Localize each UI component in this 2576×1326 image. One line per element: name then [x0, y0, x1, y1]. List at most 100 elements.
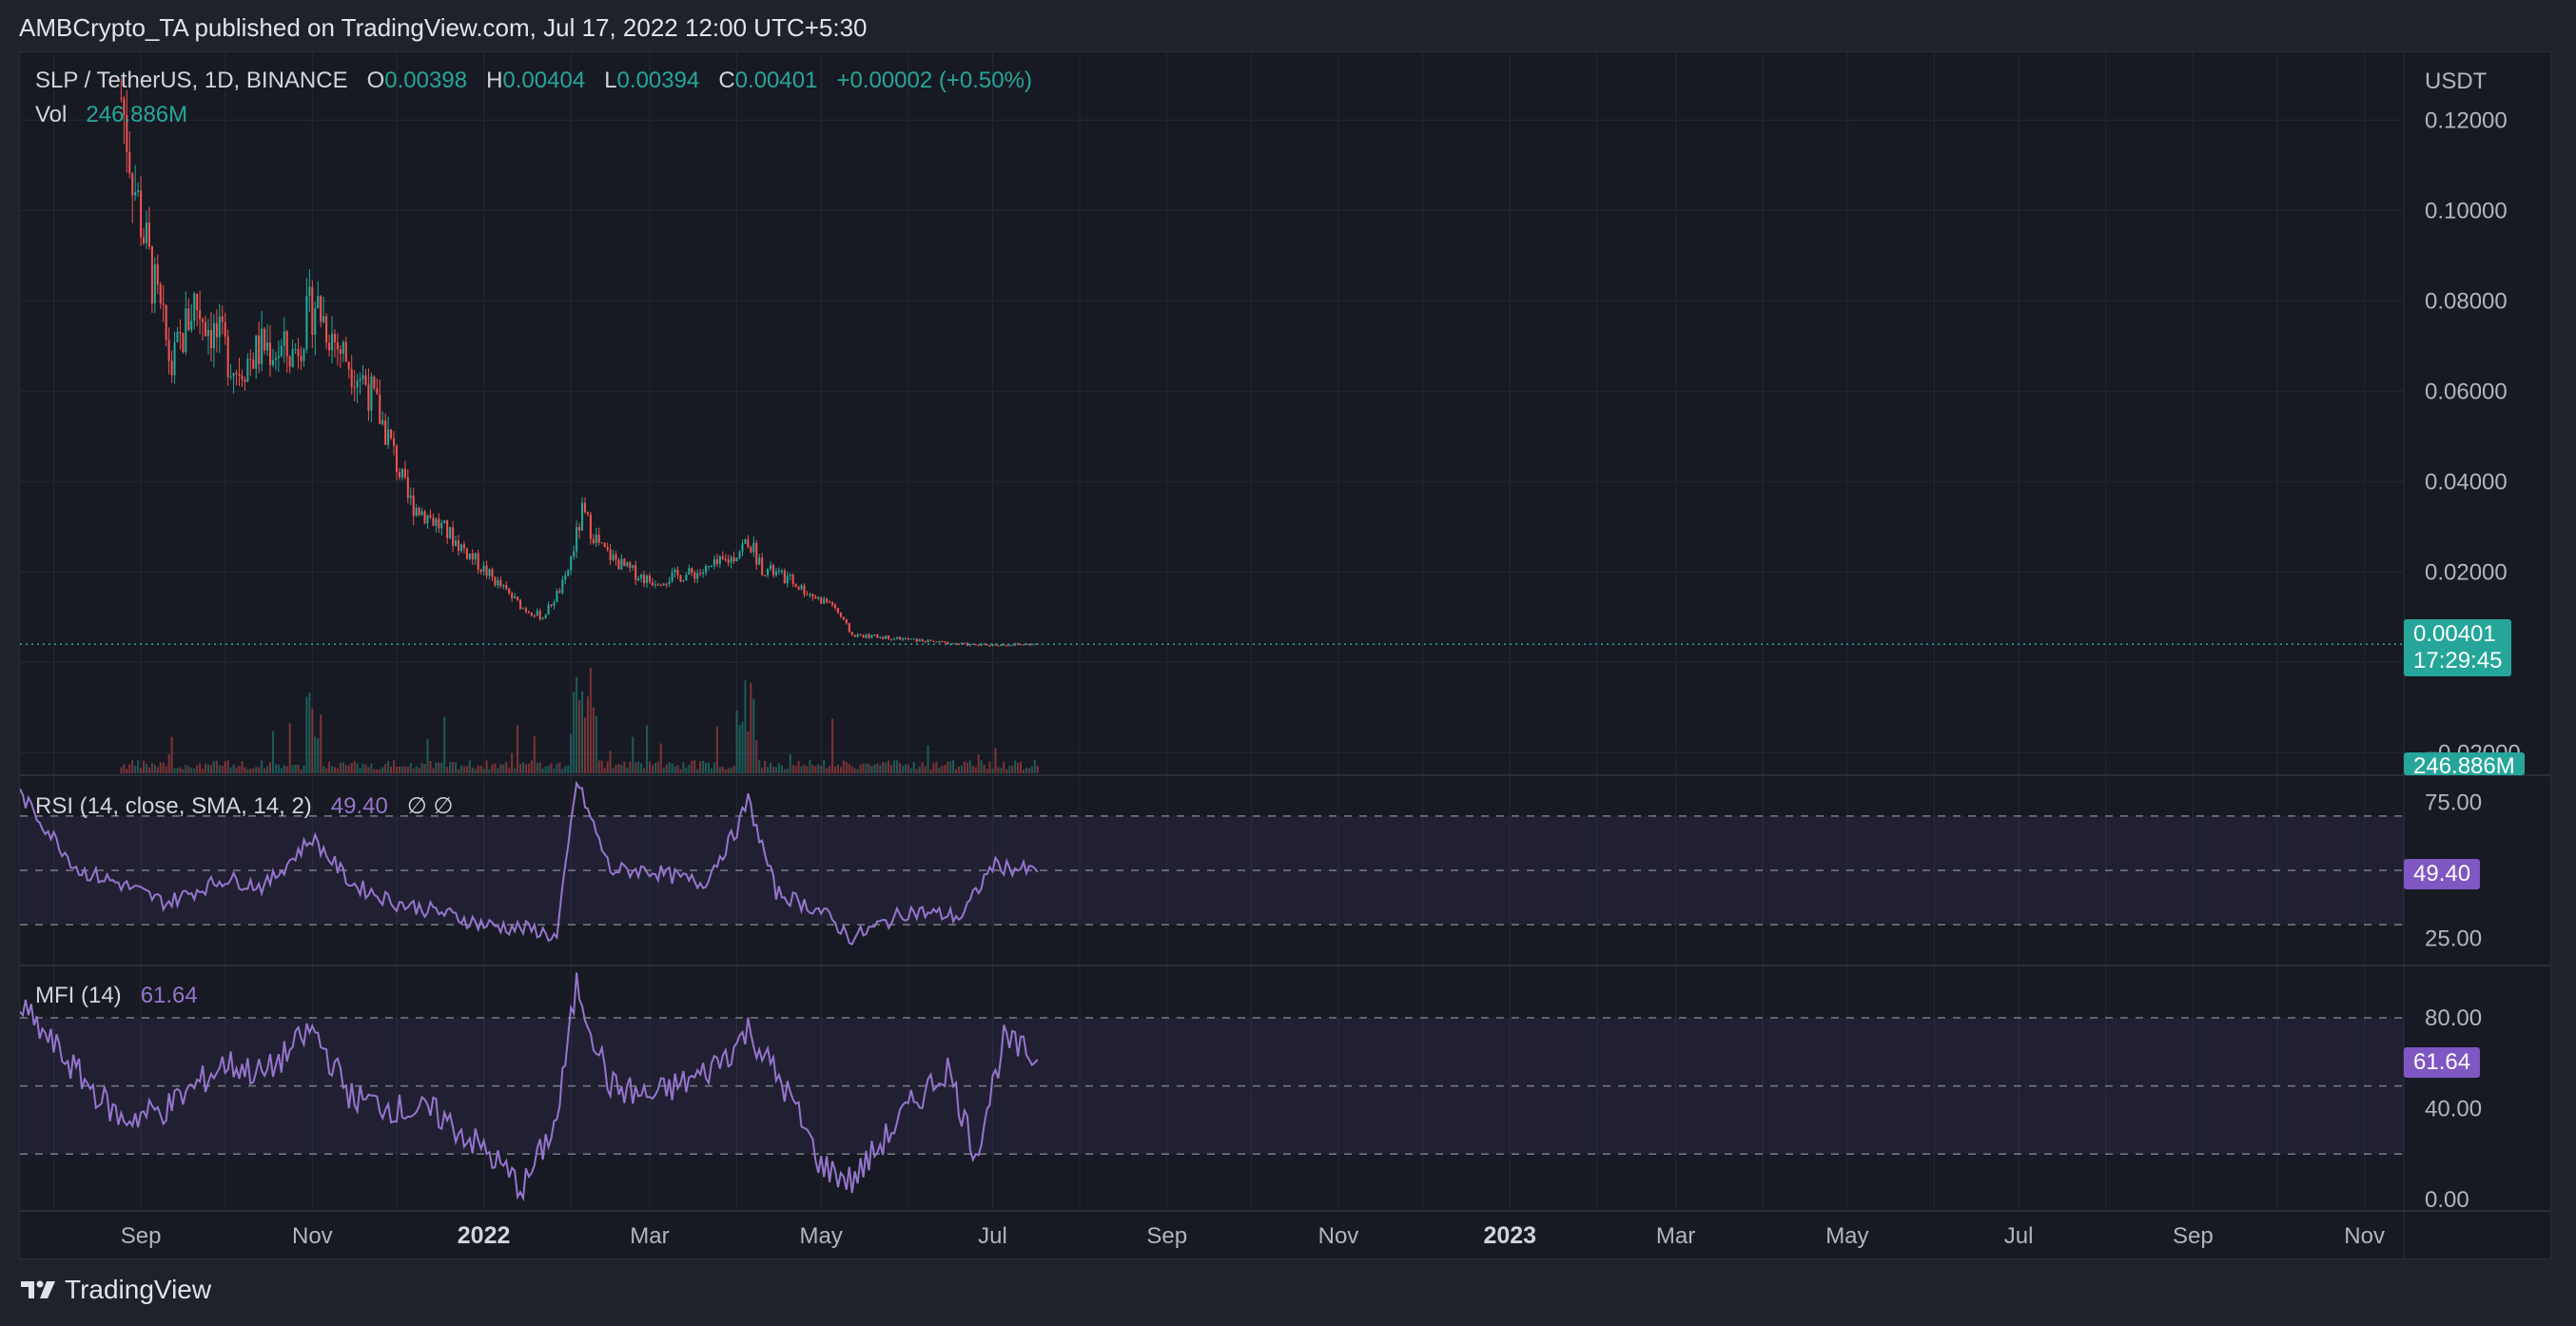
candle-body — [752, 542, 755, 553]
candle-body — [977, 645, 980, 647]
candle-body — [952, 643, 955, 645]
volume-bar — [583, 717, 587, 773]
volume-bar — [814, 766, 817, 773]
volume-bar — [755, 739, 758, 773]
candle-body — [328, 342, 331, 351]
volume-bar — [494, 763, 497, 773]
mfi-label[interactable]: MFI (14) — [35, 983, 122, 1008]
volume-bar — [876, 763, 879, 773]
volume-bar — [185, 765, 187, 773]
symbol-label[interactable]: SLP / TetherUS, 1D, BINANCE — [35, 68, 348, 93]
volume-bar — [971, 765, 974, 773]
volume-tag: 246.886M — [2404, 752, 2525, 775]
volume-bar — [182, 769, 185, 773]
candle-body — [553, 602, 556, 606]
candle-body — [215, 322, 218, 338]
volume-bar — [929, 769, 932, 773]
candle-body — [643, 575, 646, 584]
volume-bar — [629, 761, 632, 773]
candle-body — [435, 518, 438, 526]
candle-body — [1022, 644, 1025, 646]
volume-bar — [955, 769, 958, 773]
candle-body — [429, 515, 432, 518]
candle-body — [361, 375, 364, 380]
candle-body — [732, 556, 735, 562]
volume-bar — [409, 763, 412, 773]
candle-body — [288, 356, 291, 367]
volume-bar — [637, 761, 640, 773]
volume-bar — [924, 766, 927, 773]
volume-bar — [758, 760, 761, 773]
rsi-legend: RSI (14, close, SMA, 14, 2) 49.40 ∅ ∅ — [35, 792, 453, 820]
candle-body — [634, 565, 637, 581]
candle-body — [244, 379, 246, 382]
candle-body — [592, 538, 595, 543]
candle-body — [449, 527, 452, 538]
candle-body — [659, 585, 662, 587]
candle-body — [246, 359, 249, 382]
volume-bar — [789, 753, 791, 773]
chart-frame[interactable]: USDT 0.12000 0.10000 0.08000 0.06000 0.04000 0… — [19, 51, 2551, 1259]
candle-body — [406, 477, 409, 498]
candle-body — [479, 569, 482, 572]
candle-body — [131, 173, 134, 196]
volume-bar — [820, 765, 823, 773]
vol-label[interactable]: Vol — [35, 102, 67, 127]
volume-bar — [586, 696, 589, 773]
candle-body — [471, 553, 474, 560]
candle-body — [403, 468, 406, 478]
rsi-label[interactable]: RSI (14, close, SMA, 14, 2) — [35, 793, 312, 819]
volume-bar — [707, 762, 711, 773]
volume-bar — [829, 766, 831, 773]
candle-body — [676, 569, 679, 575]
volume-bar — [206, 764, 210, 773]
volume-bar — [983, 764, 986, 773]
candle-body — [941, 640, 944, 642]
candle-body — [668, 581, 671, 584]
candle-body — [252, 359, 255, 369]
last-price-value: 0.00401 — [2413, 621, 2496, 647]
candle-body — [205, 322, 207, 337]
volume-bar — [156, 767, 159, 773]
candle-body — [142, 237, 146, 244]
candle-body — [457, 540, 460, 552]
mfi-axis-tick: 80.00 — [2425, 1005, 2482, 1031]
candle-body — [128, 151, 131, 174]
candle-body — [929, 639, 932, 641]
candle-body — [524, 608, 527, 612]
volume-bar — [595, 715, 597, 773]
candle-body — [291, 349, 294, 367]
footer[interactable]: TradingView — [19, 1275, 211, 1305]
candle-body — [974, 644, 977, 646]
volume-bar — [126, 769, 128, 773]
volume-bar — [626, 767, 629, 773]
volume-bar — [1020, 761, 1023, 773]
volume-bar — [831, 718, 834, 773]
candle-body — [400, 468, 403, 478]
price-axis-tick: 0.04000 — [2425, 469, 2508, 495]
chart-svg[interactable]: USDT 0.12000 0.10000 0.08000 0.06000 0.04000 0… — [20, 52, 2550, 1258]
candle-body — [145, 223, 148, 244]
candle-body — [452, 527, 455, 547]
candle-body — [373, 376, 376, 389]
volume-bar — [308, 692, 311, 773]
volume-bar — [904, 764, 907, 773]
candle-body — [258, 335, 261, 364]
candle-body — [418, 507, 420, 516]
volume-bar — [576, 676, 578, 773]
volume-bar — [393, 760, 396, 773]
volume-bar — [420, 763, 423, 773]
candle-body — [730, 556, 732, 563]
candle-body — [283, 331, 285, 346]
volume-bar — [238, 766, 241, 773]
time-axis-tick: Mar — [630, 1223, 669, 1249]
volume-bar — [688, 765, 691, 773]
volume-bar — [648, 761, 651, 773]
volume-bar — [573, 692, 576, 773]
volume-bar — [353, 760, 356, 773]
candle-body — [848, 623, 850, 633]
volume-bar — [1011, 765, 1014, 773]
candle-body — [482, 565, 485, 572]
candle-body — [353, 386, 356, 388]
candle-body — [612, 554, 615, 560]
